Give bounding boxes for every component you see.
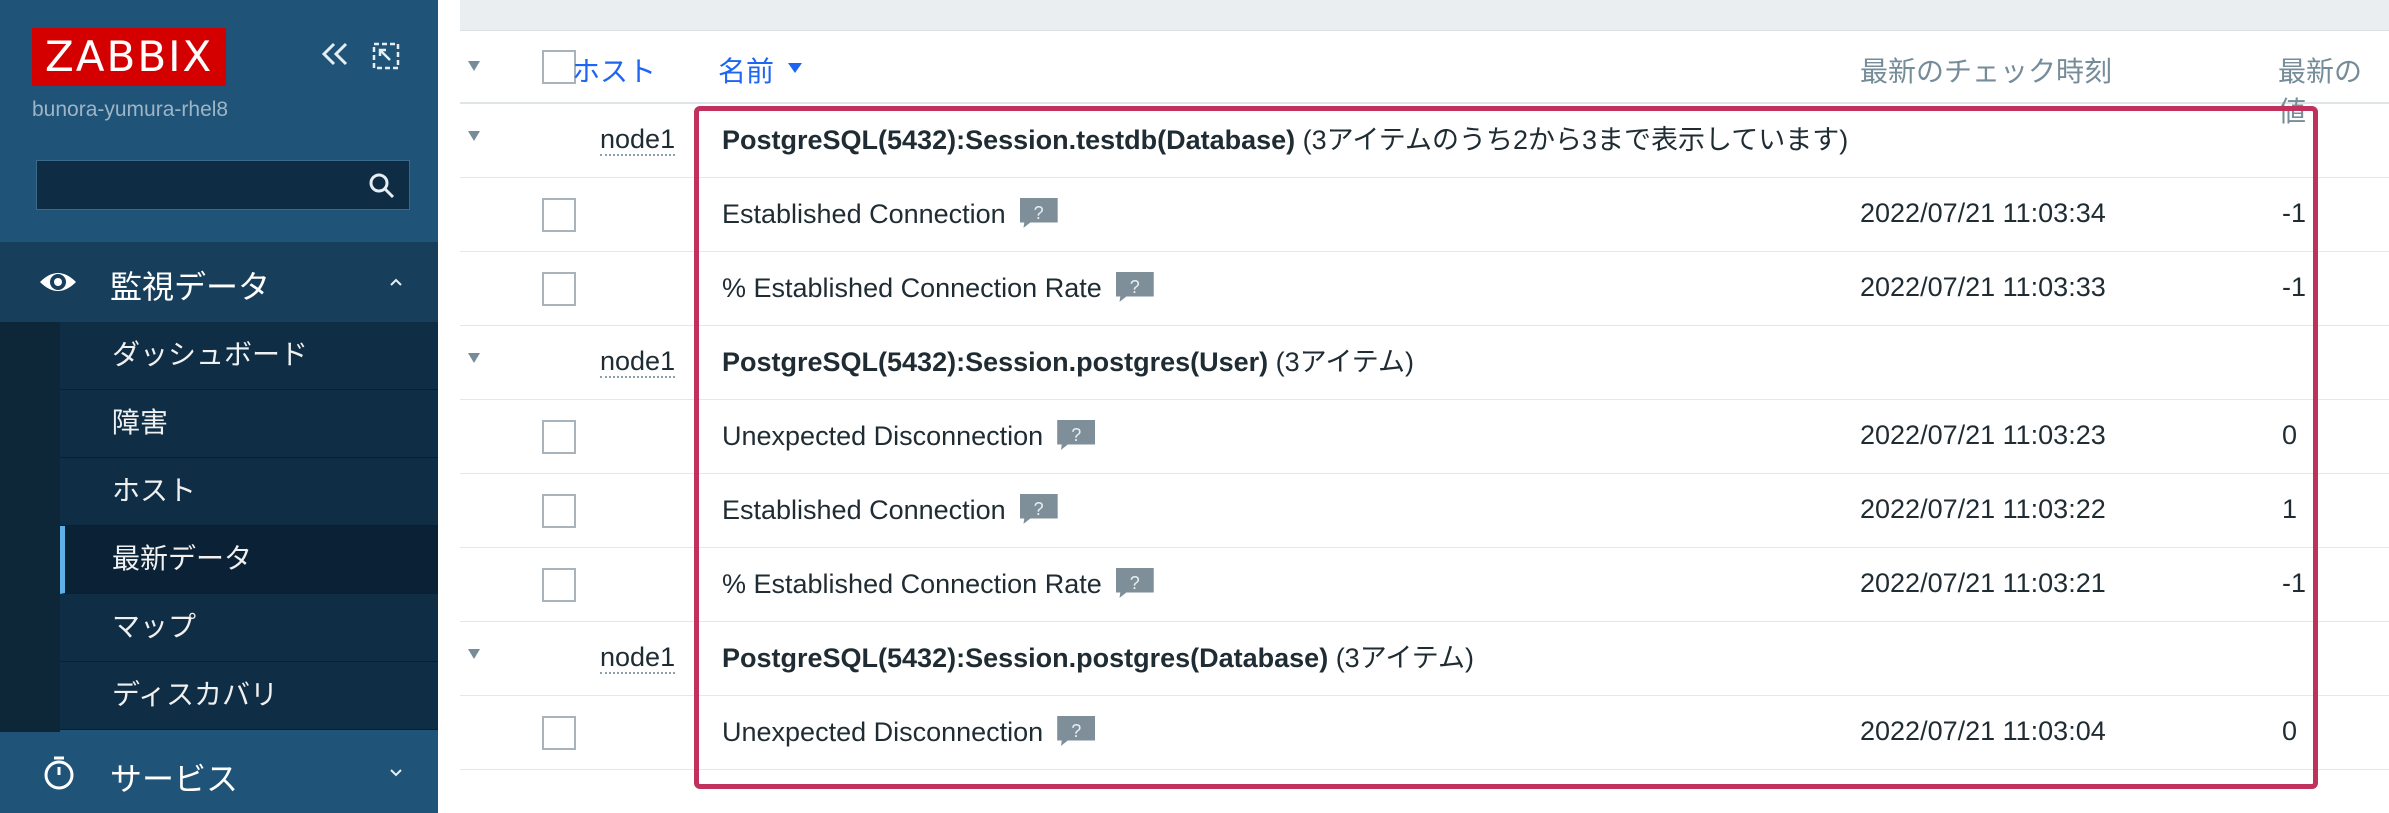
item-row: Unexpected Disconnection? 2022/07/21 11:… <box>460 400 2389 474</box>
menu-monitoring[interactable]: 監視データ <box>0 242 438 322</box>
expand-all-icon[interactable] <box>466 58 482 74</box>
item-name[interactable]: Unexpected Disconnection? <box>722 715 1096 749</box>
zabbix-logo[interactable]: ZABBIX <box>32 28 227 86</box>
item-name-text[interactable]: % Established Connection Rate <box>722 273 1102 303</box>
last-check-time: 2022/07/21 11:03:04 <box>1860 716 2106 746</box>
search-icon[interactable] <box>367 171 397 201</box>
group-name-suffix: (3アイテム) <box>1268 347 1414 377</box>
group-row: node1 PostgreSQL(5432):Session.postgres(… <box>460 622 2389 696</box>
last-check-time: 2022/07/21 11:03:34 <box>1860 198 2106 228</box>
sidebar-item-problems[interactable]: 障害 <box>60 390 438 458</box>
menu-services[interactable]: サービス <box>0 734 438 813</box>
submenu-rail <box>0 322 60 732</box>
item-name[interactable]: Established Connection? <box>722 197 1058 231</box>
select-all-checkbox[interactable] <box>542 50 576 84</box>
menu-monitoring-label: 監視データ <box>110 268 271 306</box>
item-name-text[interactable]: Established Connection <box>722 199 1006 229</box>
group-name-bold: PostgreSQL(5432):Session.postgres(User) <box>722 347 1269 377</box>
sidebar-item-dashboard[interactable]: ダッシュボード <box>60 322 438 390</box>
menu-services-label: サービス <box>110 760 239 798</box>
group-name-suffix: (3アイテム) <box>1328 643 1474 673</box>
collapse-group-icon[interactable] <box>466 646 482 662</box>
item-checkbox[interactable] <box>542 198 576 232</box>
main-content: ホスト 名前 最新のチェック時刻 最新の値 node1 PostgreSQL(5… <box>438 0 2389 813</box>
help-icon[interactable]: ? <box>1019 493 1058 524</box>
sidebar-item-latest-data[interactable]: 最新データ <box>60 526 438 594</box>
chevron-down-icon <box>390 769 402 777</box>
host-link[interactable]: node1 <box>600 642 676 674</box>
column-header-host[interactable]: ホスト <box>572 50 656 90</box>
group-name-bold: PostgreSQL(5432):Session.postgres(Databa… <box>722 643 1329 673</box>
item-checkbox[interactable] <box>542 494 576 528</box>
collapse-group-icon[interactable] <box>466 350 482 366</box>
filter-strip <box>460 0 2389 31</box>
item-name-text[interactable]: % Established Connection Rate <box>722 569 1102 599</box>
collapse-group-icon[interactable] <box>466 128 482 144</box>
last-check-time: 2022/07/21 11:03:33 <box>1860 272 2106 302</box>
group-name: PostgreSQL(5432):Session.postgres(User) … <box>722 346 1414 378</box>
group-name: PostgreSQL(5432):Session.testdb(Database… <box>722 124 1848 156</box>
sidebar-item-hosts[interactable]: ホスト <box>60 458 438 526</box>
group-row: node1 PostgreSQL(5432):Session.testdb(Da… <box>460 104 2389 178</box>
last-value: -1 <box>2282 568 2307 598</box>
last-check-time: 2022/07/21 11:03:23 <box>1860 420 2106 450</box>
last-check-time: 2022/07/21 11:03:21 <box>1860 568 2106 598</box>
server-name: bunora-yumura-rhel8 <box>32 98 229 121</box>
item-name-text[interactable]: Unexpected Disconnection <box>722 717 1043 747</box>
eye-icon <box>40 273 76 291</box>
item-checkbox[interactable] <box>542 420 576 454</box>
item-checkbox[interactable] <box>542 568 576 602</box>
stopwatch-icon <box>44 756 74 790</box>
last-value: -1 <box>2282 198 2307 228</box>
item-name-text[interactable]: Established Connection <box>722 495 1006 525</box>
sort-desc-icon <box>788 63 802 73</box>
host-link[interactable]: node1 <box>600 346 676 378</box>
column-header-last-check: 最新のチェック時刻 <box>1860 55 2113 88</box>
sidebar-item-discovery[interactable]: ディスカバリ <box>60 662 438 730</box>
sidebar-item-maps[interactable]: マップ <box>60 594 438 662</box>
item-row: % Established Connection Rate? 2022/07/2… <box>460 548 2389 622</box>
help-icon[interactable]: ? <box>1115 271 1154 302</box>
last-value: 0 <box>2282 420 2298 450</box>
item-name[interactable]: % Established Connection Rate? <box>722 271 1154 305</box>
item-row: Established Connection? 2022/07/21 11:03… <box>460 474 2389 548</box>
item-row: Established Connection? 2022/07/21 11:03… <box>460 178 2389 252</box>
last-value: 1 <box>2282 494 2298 524</box>
group-name-suffix: (3アイテムのうち2から3まで表示しています) <box>1295 125 1849 155</box>
chevron-up-icon <box>390 278 402 286</box>
sidebar-search-input[interactable] <box>36 160 410 210</box>
item-row: % Established Connection Rate? 2022/07/2… <box>460 252 2389 326</box>
item-name-text[interactable]: Unexpected Disconnection <box>722 421 1043 451</box>
kiosk-mode-icon[interactable] <box>370 40 402 72</box>
last-value: 0 <box>2282 716 2298 746</box>
collapse-sidebar-icon[interactable] <box>316 34 356 74</box>
last-value: -1 <box>2282 272 2307 302</box>
help-icon[interactable]: ? <box>1115 567 1154 598</box>
group-name: PostgreSQL(5432):Session.postgres(Databa… <box>722 642 1474 674</box>
help-icon[interactable]: ? <box>1057 715 1096 746</box>
item-checkbox[interactable] <box>542 272 576 306</box>
item-name[interactable]: Established Connection? <box>722 493 1058 527</box>
help-icon[interactable]: ? <box>1019 197 1058 228</box>
host-link[interactable]: node1 <box>600 124 676 156</box>
item-name[interactable]: % Established Connection Rate? <box>722 567 1154 601</box>
item-name[interactable]: Unexpected Disconnection? <box>722 419 1096 453</box>
column-header-name[interactable]: 名前 <box>718 50 774 90</box>
group-name-bold: PostgreSQL(5432):Session.testdb(Database… <box>722 125 1296 155</box>
help-icon[interactable]: ? <box>1057 419 1096 450</box>
table-header: ホスト 名前 最新のチェック時刻 最新の値 <box>460 30 2389 128</box>
item-checkbox[interactable] <box>542 716 576 750</box>
group-row: node1 PostgreSQL(5432):Session.postgres(… <box>460 326 2389 400</box>
item-row: Unexpected Disconnection? 2022/07/21 11:… <box>460 696 2389 770</box>
last-check-time: 2022/07/21 11:03:22 <box>1860 494 2106 524</box>
sidebar: ZABBIX bunora-yumura-rhel8 監視データ ダッシュボード… <box>0 0 438 813</box>
